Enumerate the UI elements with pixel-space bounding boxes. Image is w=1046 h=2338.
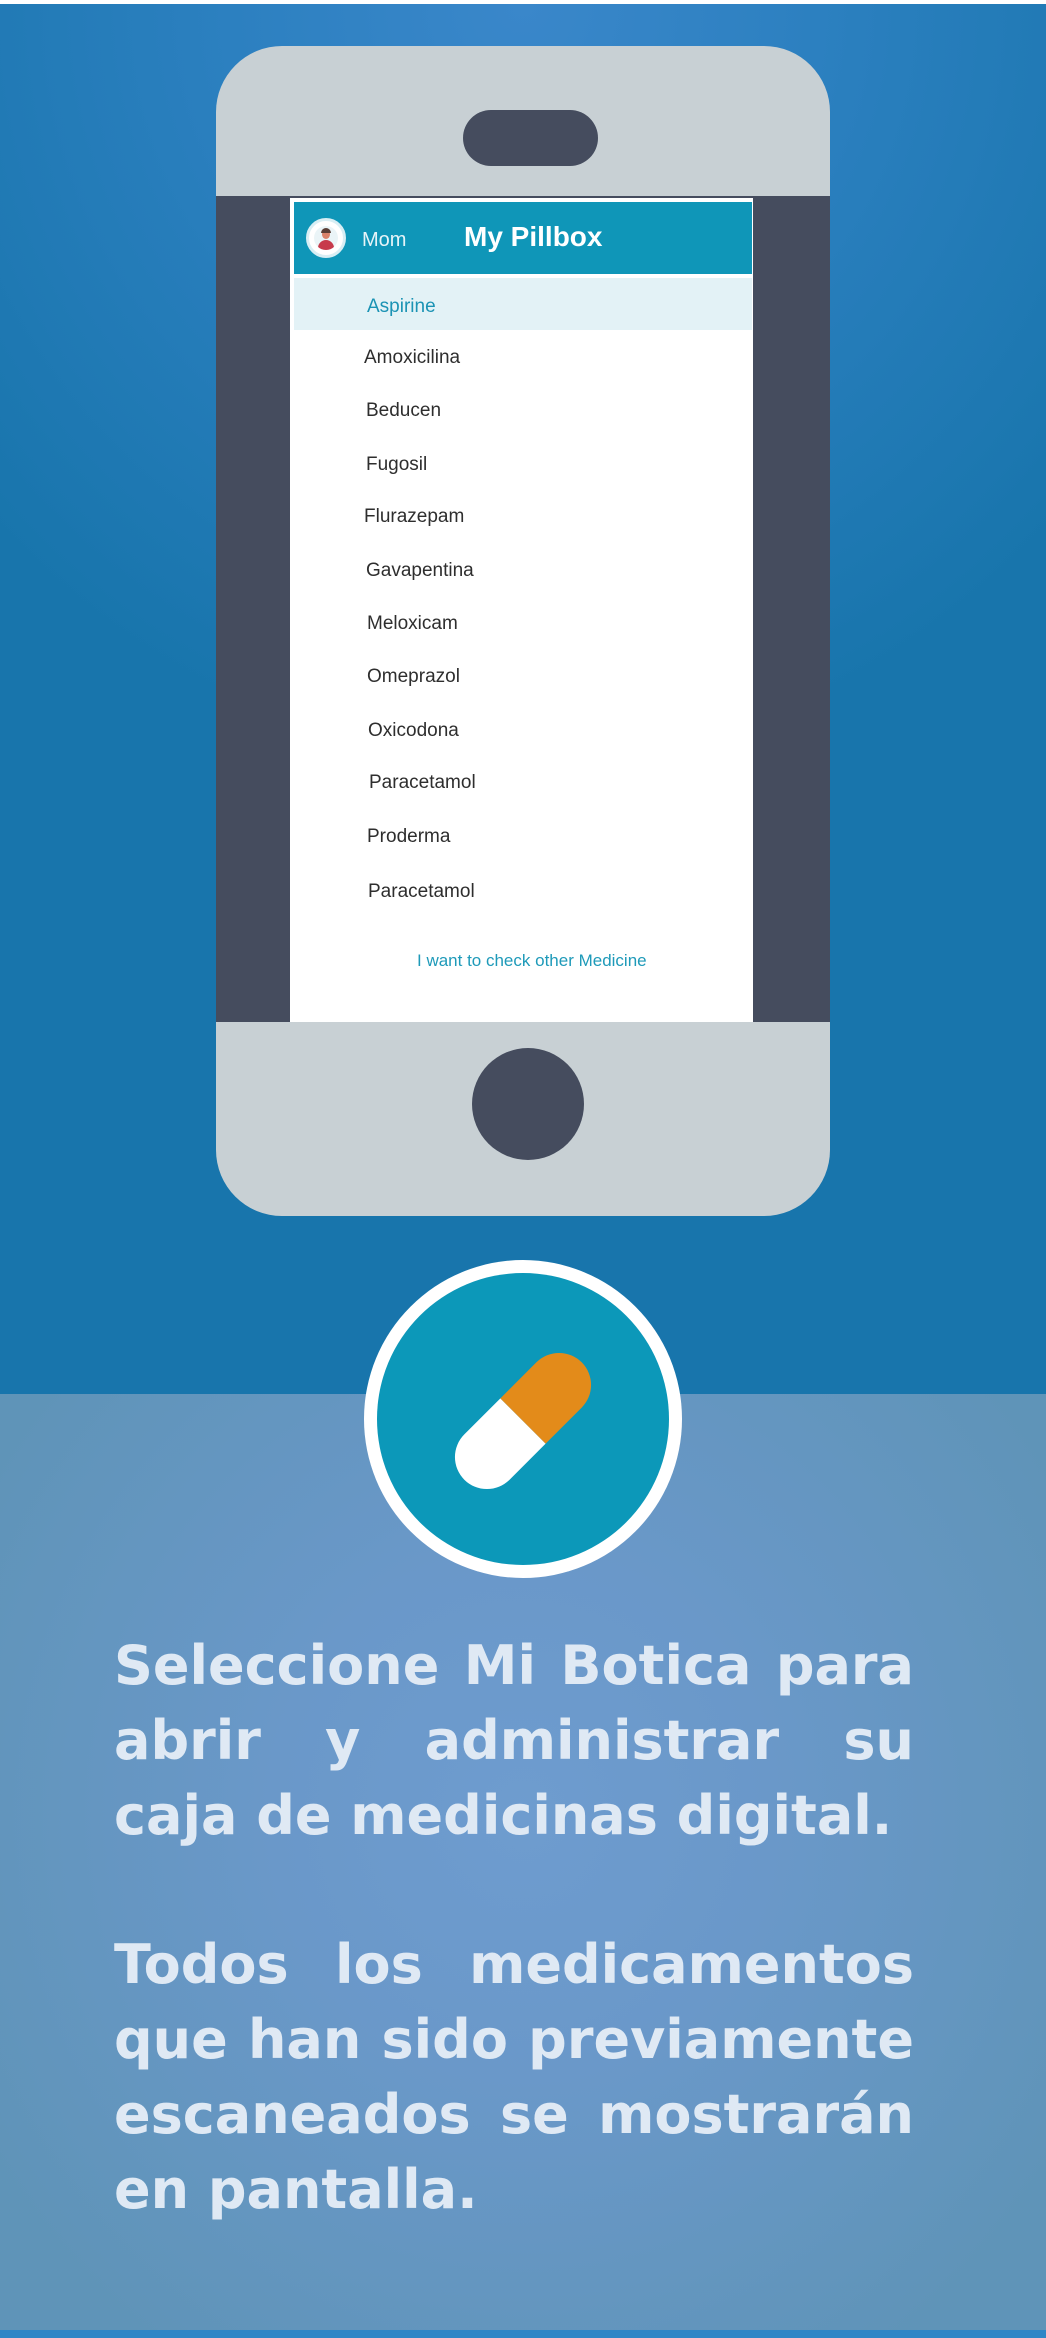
medicine-list-item[interactable]: Meloxicam xyxy=(367,612,458,636)
medicine-list-item[interactable]: Gavapentina xyxy=(366,559,474,583)
user-avatar-icon[interactable] xyxy=(306,218,346,258)
description-paragraph-1: Seleccione Mi Botica para abrir y admini… xyxy=(114,1634,914,1847)
medicine-list-item[interactable]: Amoxicilina xyxy=(364,346,460,370)
app-header: Mom My Pillbox xyxy=(294,202,752,274)
medicine-list-item[interactable]: Proderma xyxy=(367,825,450,849)
selected-row-highlight xyxy=(294,278,752,330)
medicine-list-item[interactable]: Aspirine xyxy=(367,295,436,319)
medicine-list-item[interactable]: Paracetamol xyxy=(369,771,476,795)
phone-speaker xyxy=(463,110,598,166)
description-paragraph-2: Todos los medicamentos que han sido prev… xyxy=(114,1933,914,2221)
app-title: My Pillbox xyxy=(464,221,603,252)
page: Mom My Pillbox Aspirine Amoxicilina Beduce… xyxy=(0,0,1046,2338)
medicine-list-item[interactable]: Omeprazol xyxy=(367,665,460,689)
phone-screen: Mom My Pillbox Aspirine Amoxicilina Beduce… xyxy=(290,198,753,1022)
medicine-list-item[interactable]: Flurazepam xyxy=(364,505,464,529)
medicine-list-item[interactable]: Paracetamol xyxy=(368,880,475,904)
medicine-list-item[interactable]: Oxicodona xyxy=(368,719,459,743)
medicine-list-item[interactable]: Fugosil xyxy=(366,453,427,477)
pill-capsule-icon xyxy=(455,1353,591,1489)
medicine-list-item[interactable]: Beducen xyxy=(366,399,441,423)
bottom-accent-bar xyxy=(0,2330,1046,2338)
profile-name[interactable]: Mom xyxy=(362,228,406,252)
check-other-medicine-link[interactable]: I want to check other Medicine xyxy=(417,950,647,972)
phone-home-button[interactable] xyxy=(472,1048,584,1160)
